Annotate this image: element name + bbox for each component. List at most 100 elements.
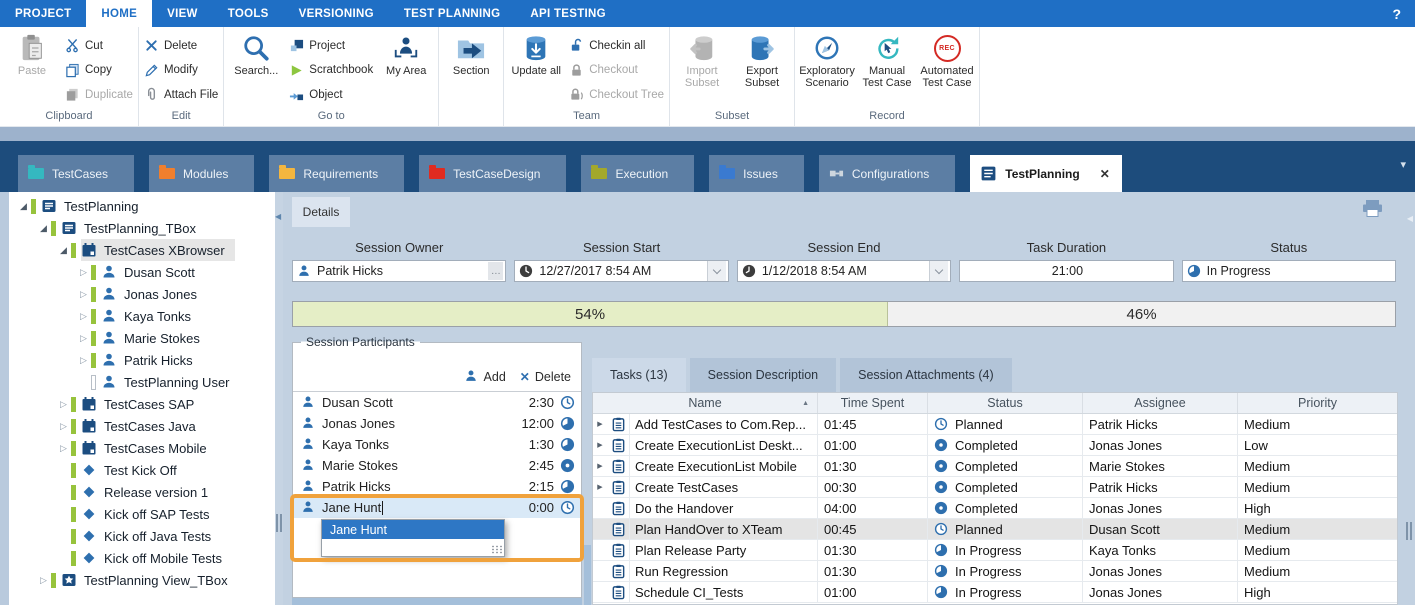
session-end-input[interactable]: 1/12/2018 8:54 AM xyxy=(737,260,951,282)
goto-scratchbook-button[interactable]: Scratchbook xyxy=(289,60,373,80)
expander-closed-icon[interactable]: ▷ xyxy=(77,355,90,366)
manual-test-case-button[interactable]: Manual Test Case xyxy=(858,30,916,110)
search-button[interactable]: Search... xyxy=(227,30,285,110)
checkout-button[interactable]: Checkout xyxy=(569,60,664,80)
status-input[interactable]: In Progress xyxy=(1182,260,1396,282)
owner-browse-button[interactable]: … xyxy=(488,262,503,280)
my-area-button[interactable]: My Area xyxy=(377,30,435,110)
menu-api-testing[interactable]: API TESTING xyxy=(515,0,621,27)
tree-item-kaya-tonks[interactable]: ▷ Kaya Tonks xyxy=(9,305,275,327)
close-icon[interactable]: ✕ xyxy=(1100,167,1110,181)
column-header-time-spent[interactable]: Time Spent xyxy=(818,393,928,413)
menu-project[interactable]: PROJECT xyxy=(0,0,86,27)
checkout-tree-button[interactable]: Checkout Tree xyxy=(569,85,664,105)
tree-item-testplanning-user[interactable]: TestPlanning User xyxy=(9,371,275,393)
tab-tasks[interactable]: Tasks (13) xyxy=(592,358,686,392)
checkin-all-button[interactable]: Checkin all xyxy=(569,36,664,56)
modify-button[interactable]: Modify xyxy=(144,60,218,80)
tab-testcases[interactable]: TestCases xyxy=(18,155,134,192)
add-participant-button[interactable]: Add xyxy=(464,369,506,384)
column-header-priority[interactable]: Priority xyxy=(1238,393,1397,413)
participants-hscrollbar[interactable] xyxy=(292,598,582,605)
expander-closed-icon[interactable]: ▷ xyxy=(77,289,90,300)
tree-item-release-version-1[interactable]: Release version 1 xyxy=(9,481,275,503)
menu-tools[interactable]: TOOLS xyxy=(213,0,284,27)
paste-button[interactable]: Paste xyxy=(3,30,61,110)
splitter-grip[interactable] xyxy=(276,514,282,532)
column-header-name[interactable]: Name▲ xyxy=(593,393,818,413)
expander-closed-icon[interactable]: ▷ xyxy=(77,311,90,322)
help-icon[interactable]: ? xyxy=(1378,0,1415,27)
column-header-assignee[interactable]: Assignee xyxy=(1083,393,1238,413)
tree-splitter[interactable]: ◀ xyxy=(275,192,283,605)
participant-row[interactable]: Dusan Scott 2:30 xyxy=(293,392,581,413)
expander-open-icon[interactable]: ◢ xyxy=(37,223,50,234)
session-start-dropdown-button[interactable] xyxy=(707,261,726,281)
tab-overflow-caret-icon[interactable]: ▾ xyxy=(1400,158,1406,171)
task-row[interactable]: ▶ Create ExecutionList Deskt... 01:00 Co… xyxy=(593,435,1397,456)
goto-object-button[interactable]: Object xyxy=(289,85,373,105)
tree-item-kick-off-mobile-tests[interactable]: Kick off Mobile Tests xyxy=(9,547,275,569)
update-all-button[interactable]: Update all xyxy=(507,30,565,110)
menu-view[interactable]: VIEW xyxy=(152,0,213,27)
expander-closed-icon[interactable]: ▷ xyxy=(77,267,90,278)
collapse-tree-icon[interactable]: ◀ xyxy=(275,212,281,221)
tree-item-testcases-sap[interactable]: ▷ TestCases SAP xyxy=(9,393,275,415)
tree-item-kick-off-java-tests[interactable]: Kick off Java Tests xyxy=(9,525,275,547)
tab-issues[interactable]: Issues xyxy=(709,155,804,192)
expander-closed-icon[interactable]: ▷ xyxy=(57,399,70,410)
session-owner-input[interactable]: Patrik Hicks … xyxy=(292,260,506,282)
row-expander-icon[interactable]: ▶ xyxy=(593,477,607,497)
tree-item-kick-off-sap-tests[interactable]: Kick off SAP Tests xyxy=(9,503,275,525)
participant-row[interactable]: Patrik Hicks 2:15 xyxy=(293,476,581,497)
expander-closed-icon[interactable]: ▷ xyxy=(37,575,50,586)
tree-item-testplanning-view-tbox[interactable]: ▷ TestPlanning View_TBox xyxy=(9,569,275,591)
section-button[interactable]: Section xyxy=(442,30,500,110)
row-expander-icon[interactable]: ▶ xyxy=(593,435,607,455)
tree-item-testplanning-tbox[interactable]: ◢ TestPlanning_TBox xyxy=(9,217,275,239)
task-row[interactable]: ▶ Create TestCases 00:30 Completed Patri… xyxy=(593,477,1397,498)
session-end-dropdown-button[interactable] xyxy=(929,261,948,281)
menu-test-planning[interactable]: TEST PLANNING xyxy=(389,0,516,27)
participant-name-editing[interactable]: Jane Hunt xyxy=(322,500,523,515)
expander-open-icon[interactable]: ◢ xyxy=(57,245,70,256)
column-header-status[interactable]: Status xyxy=(928,393,1083,413)
exploratory-scenario-button[interactable]: Exploratory Scenario xyxy=(798,30,856,110)
cut-button[interactable]: Cut xyxy=(65,36,133,56)
delete-button[interactable]: Delete xyxy=(144,36,218,56)
duplicate-button[interactable]: Duplicate xyxy=(65,85,133,105)
tree-item-testcases-mobile[interactable]: ▷ TestCases Mobile xyxy=(9,437,275,459)
tree-item-patrik-hicks[interactable]: ▷ Patrik Hicks xyxy=(9,349,275,371)
tree-item-testplanning[interactable]: ◢ TestPlanning xyxy=(9,195,275,217)
task-row[interactable]: ▶ Add TestCases to Com.Rep... 01:45 Plan… xyxy=(593,414,1397,435)
row-expander-icon[interactable]: ▶ xyxy=(593,414,607,434)
tab-requirements[interactable]: Requirements xyxy=(269,155,404,192)
row-expander-icon[interactable]: ▶ xyxy=(593,456,607,476)
menu-home[interactable]: HOME xyxy=(86,0,152,27)
task-row[interactable]: ▶ Create ExecutionList Mobile 01:30 Comp… xyxy=(593,456,1397,477)
task-row[interactable]: Run Regression 01:30 In Progress Jonas J… xyxy=(593,561,1397,582)
task-row[interactable]: Plan Release Party 01:30 In Progress Kay… xyxy=(593,540,1397,561)
task-duration-input[interactable]: 21:00 xyxy=(959,260,1173,282)
task-row-selected[interactable]: Plan HandOver to XTeam 00:45 Planned Dus… xyxy=(593,519,1397,540)
tab-execution[interactable]: Execution xyxy=(581,155,694,192)
task-row[interactable]: Do the Handover 04:00 Completed Jonas Jo… xyxy=(593,498,1397,519)
goto-project-button[interactable]: Project xyxy=(289,36,373,56)
attach-file-button[interactable]: Attach File xyxy=(144,85,218,105)
automated-test-case-button[interactable]: REC Automated Test Case xyxy=(918,30,976,110)
collapse-pane-icon[interactable]: ◀ xyxy=(1407,214,1413,223)
expander-open-icon[interactable]: ◢ xyxy=(17,201,30,212)
tab-configurations[interactable]: Configurations xyxy=(819,155,955,192)
tree-item-dusan-scott[interactable]: ▷ Dusan Scott xyxy=(9,261,275,283)
right-splitter-grip[interactable] xyxy=(1406,522,1412,540)
tab-details[interactable]: Details xyxy=(292,197,350,227)
expander-closed-icon[interactable]: ▷ xyxy=(57,421,70,432)
print-icon[interactable] xyxy=(1362,200,1383,217)
tab-modules[interactable]: Modules xyxy=(149,155,254,192)
expander-closed-icon[interactable]: ▷ xyxy=(77,333,90,344)
tab-testplanning[interactable]: TestPlanning ✕ xyxy=(970,155,1122,192)
participant-row-editing[interactable]: Jane Hunt 0:00 xyxy=(293,497,581,518)
resize-grip[interactable] xyxy=(491,545,502,554)
tree-item-jonas-jones[interactable]: ▷ Jonas Jones xyxy=(9,283,275,305)
delete-participant-button[interactable]: ✕ Delete xyxy=(520,370,571,384)
